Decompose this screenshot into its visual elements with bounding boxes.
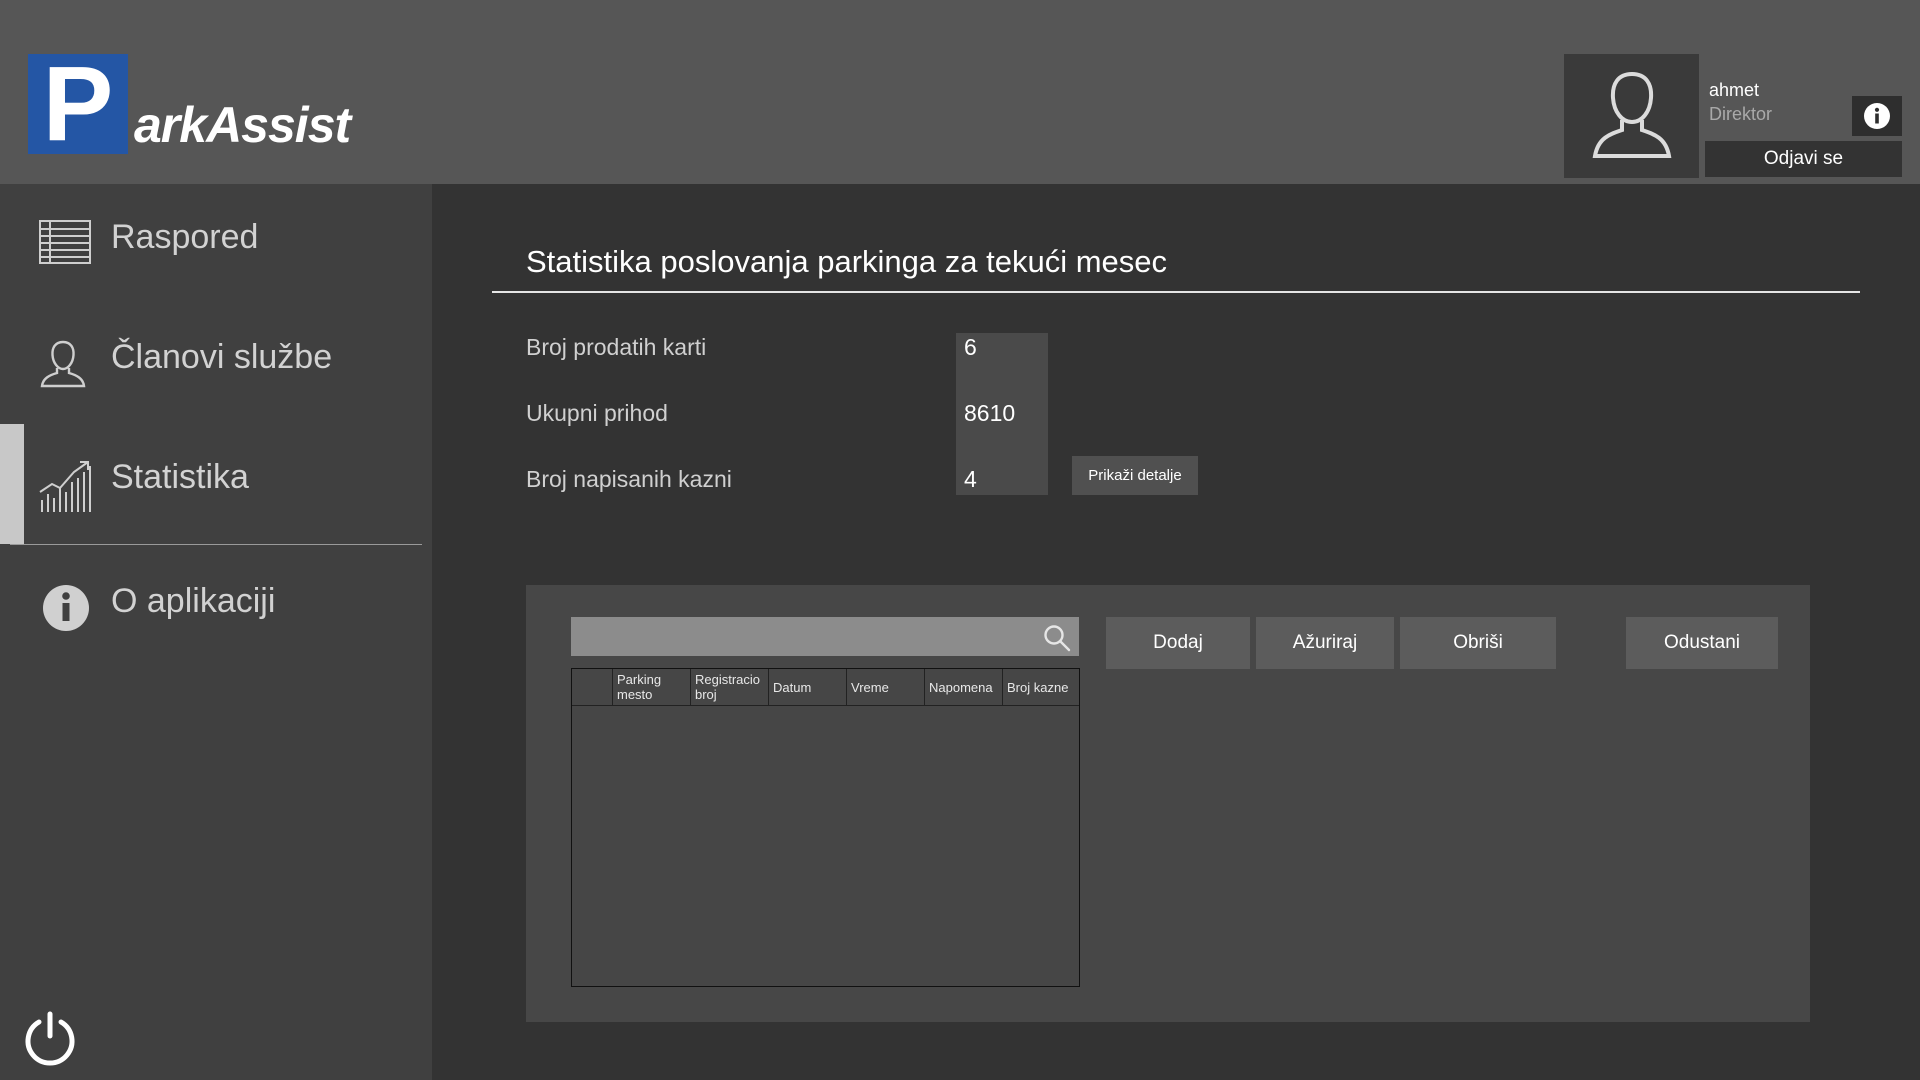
sidebar-divider [10, 544, 422, 545]
user-name: ahmet [1709, 80, 1760, 100]
table-header-row: Parking mesto Registracio broj Datum Vre… [572, 669, 1079, 706]
column-header[interactable]: Parking mesto [613, 669, 691, 705]
user-role: Direktor [1709, 104, 1773, 124]
sidebar-item-label: Raspored [111, 218, 259, 256]
sidebar-item-label: Članovi službe [111, 338, 333, 376]
column-header[interactable]: Datum [769, 669, 847, 705]
cancel-button[interactable]: Odustani [1626, 617, 1778, 669]
sidebar-item-label: Statistika [111, 458, 249, 496]
person-icon [40, 340, 86, 388]
stat-label-tickets: Broj prodatih karti [526, 334, 707, 360]
column-header[interactable] [572, 669, 613, 705]
avatar [1564, 54, 1699, 178]
sidebar-item-clanovi-sluzbe[interactable]: Članovi službe [0, 316, 432, 416]
stat-value-fines: 4 [964, 466, 977, 492]
logo-mark: P [28, 51, 128, 157]
search-input[interactable] [571, 617, 1079, 656]
column-header[interactable]: Vreme [847, 669, 925, 705]
stat-label-revenue: Ukupni prihod [526, 400, 668, 426]
info-button[interactable] [1852, 96, 1902, 136]
power-button[interactable] [22, 1010, 78, 1071]
column-header[interactable]: Broj kazne [1003, 669, 1079, 705]
column-header[interactable]: Registracio broj [691, 669, 769, 705]
show-details-button[interactable]: Prikaži detalje [1072, 456, 1198, 495]
stat-value-revenue: 8610 [964, 400, 1016, 426]
add-button[interactable]: Dodaj [1106, 617, 1250, 669]
app-name: arkAssist [134, 97, 351, 153]
schedule-icon [39, 220, 91, 264]
column-header[interactable]: Napomena [925, 669, 1003, 705]
sidebar-item-o-aplikaciji[interactable]: O aplikaciji [0, 560, 432, 660]
title-underline [492, 291, 1860, 293]
info-icon [1864, 103, 1890, 129]
delete-button[interactable]: Obriši [1400, 617, 1556, 669]
search-icon[interactable] [1043, 624, 1071, 657]
sidebar-item-statistika[interactable]: Statistika [0, 436, 432, 536]
chart-icon [39, 461, 91, 512]
page-title: Statistika poslovanja parkinga za tekući… [526, 244, 1167, 279]
stat-value-tickets: 6 [964, 334, 977, 360]
info-icon [43, 585, 89, 631]
user-avatar-icon [1592, 71, 1672, 158]
sidebar-item-label: O aplikaciji [111, 582, 276, 620]
power-icon [25, 1011, 75, 1066]
update-button[interactable]: Ažuriraj [1256, 617, 1394, 669]
stat-label-fines: Broj napisanih kazni [526, 466, 732, 492]
fines-table[interactable]: Parking mesto Registracio broj Datum Vre… [571, 668, 1080, 987]
sidebar-item-raspored[interactable]: Raspored [0, 196, 432, 296]
logout-button[interactable]: Odjavi se [1705, 141, 1902, 177]
